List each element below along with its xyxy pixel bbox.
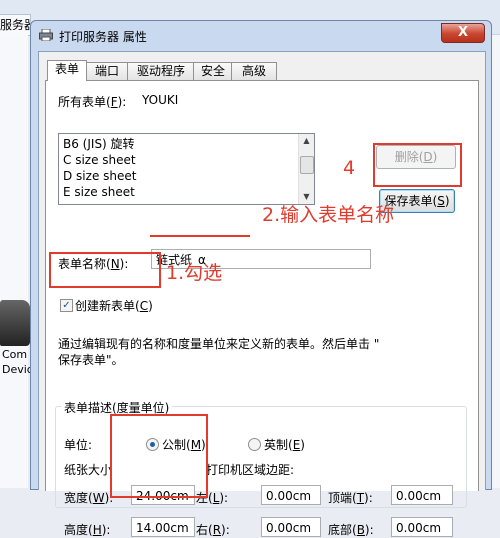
left-margin-input[interactable]: 0.00cm (261, 485, 321, 505)
imperial-radio[interactable] (248, 438, 261, 451)
top-margin-label: 顶端(T): (328, 491, 373, 505)
right-margin-label: 右(R): (196, 523, 230, 537)
annotation-step1: 1.勾选 (166, 262, 223, 284)
annotation-underline (150, 235, 250, 237)
list-item[interactable]: C size sheet (63, 152, 136, 168)
printer-icon (39, 29, 53, 41)
bottom-margin-input[interactable]: 0.00cm (391, 517, 453, 537)
close-icon: X (457, 25, 469, 40)
description-text: 保存表单"。 (58, 353, 124, 367)
dialog-title: 打印服务器 属性 (59, 30, 147, 44)
bottom-margin-label: 底部(B): (328, 523, 374, 537)
server-name: YOUKI (142, 93, 179, 107)
list-item[interactable]: E size sheet (63, 184, 136, 200)
create-new-form-checkbox[interactable]: ✓ (60, 299, 73, 312)
scroll-thumb[interactable] (300, 156, 314, 174)
create-new-form-label[interactable]: 创建新表单(C) (75, 297, 153, 314)
description-text: 通过编辑现有的名称和度量单位来定义新的表单。然后单击 " (58, 337, 380, 351)
top-margin-input[interactable]: 0.00cm (391, 485, 453, 505)
height-label: 高度(H): (64, 523, 111, 537)
annotation-save-box (373, 143, 462, 187)
device-label: Com (2, 348, 28, 361)
right-margin-input[interactable]: 0.00cm (261, 517, 321, 537)
tab-security[interactable]: 安全 (193, 62, 233, 80)
tab-advanced[interactable]: 高级 (231, 62, 277, 80)
list-scrollbar[interactable]: ▲ ▼ (298, 134, 314, 204)
unit-label: 单位: (64, 438, 93, 452)
list-item[interactable]: D size sheet (63, 168, 136, 184)
scroll-up-icon[interactable]: ▲ (299, 134, 314, 148)
background-pane (0, 35, 28, 488)
forms-list[interactable]: B6 (JIS) 旋转 C size sheet D size sheet E … (58, 133, 315, 205)
background-window-title: 服务器 (0, 14, 31, 36)
annotation-checkbox-box (49, 252, 161, 288)
imperial-label[interactable]: 英制(E) (264, 436, 305, 453)
paper-size-label: 纸张大小 (64, 463, 113, 477)
list-item[interactable]: B6 (JIS) 旋转 (63, 136, 136, 152)
annotation-size-box (110, 414, 208, 498)
tab-ports[interactable]: 端口 (85, 62, 129, 80)
title-bar[interactable]: 打印服务器 属性 X (31, 21, 491, 51)
width-label: 宽度(W): (64, 491, 114, 505)
annotation-step2: 2.输入表单名称 (262, 204, 395, 226)
tab-drivers[interactable]: 驱动程序 (127, 62, 195, 80)
tab-forms[interactable]: 表单 (47, 60, 87, 81)
all-forms-label: 所有表单(F): (58, 95, 127, 109)
printer-device-icon[interactable] (0, 300, 30, 346)
height-input[interactable]: 14.00cm (131, 517, 195, 537)
device-label: Devic (2, 363, 33, 376)
close-button[interactable]: X (441, 23, 485, 43)
annotation-step4: 4 (343, 157, 356, 179)
printer-margins-label: 打印机区域边距: (206, 463, 295, 477)
